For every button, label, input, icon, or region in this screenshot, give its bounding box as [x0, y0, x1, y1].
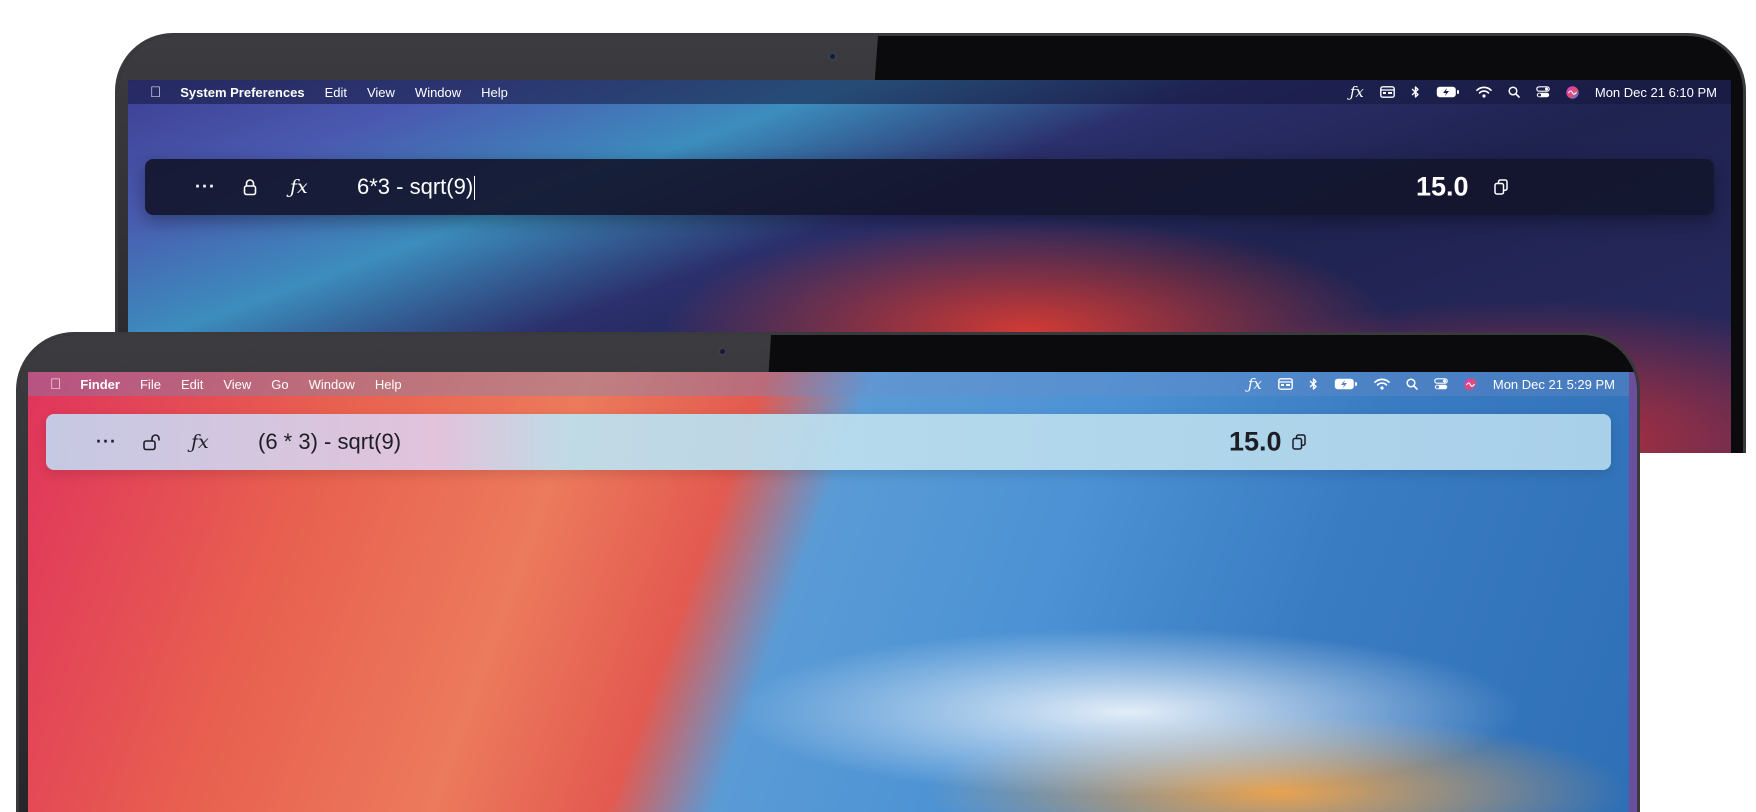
more-options-icon[interactable]: ···: [195, 177, 216, 198]
camera: [828, 52, 837, 61]
copy-icon[interactable]: [1494, 179, 1508, 195]
copy-icon[interactable]: [1292, 434, 1306, 450]
fx-icon[interactable]: ƒx: [1350, 83, 1364, 101]
menu-edit[interactable]: Edit: [181, 377, 203, 392]
more-options-icon[interactable]: ···: [96, 432, 117, 453]
screen-edge: [1629, 372, 1637, 812]
calculator-bar: ··· ƒx 6*3 - sqrt(9) 15.0: [145, 159, 1714, 215]
menu-edit[interactable]: Edit: [325, 85, 347, 100]
expression-input[interactable]: 6*3 - sqrt(9): [357, 174, 476, 201]
bluetooth-icon[interactable]: [1309, 375, 1318, 393]
apple-logo-icon[interactable]: : [50, 377, 61, 392]
control-center-icon[interactable]: [1536, 83, 1550, 101]
menu-go[interactable]: Go: [271, 377, 288, 392]
calculator-bar: ··· ƒx (6 * 3) - sqrt(9) 15.0: [46, 414, 1611, 470]
function-icon[interactable]: ƒx: [191, 431, 209, 453]
bluetooth-icon[interactable]: [1411, 83, 1420, 101]
lock-icon[interactable]: [243, 178, 257, 196]
result-value: 15.0: [1416, 171, 1469, 202]
control-center-icon[interactable]: [1434, 375, 1448, 393]
fx-icon[interactable]: ƒx: [1248, 375, 1262, 393]
menu-window[interactable]: Window: [309, 377, 355, 392]
battery-charging-icon[interactable]: [1334, 375, 1358, 393]
menubar-clock[interactable]: Mon Dec 21 6:10 PM: [1595, 85, 1717, 100]
result-value: 15.0: [1229, 426, 1282, 457]
menubar:  Finder File Edit View Go Window Help ƒ…: [28, 372, 1629, 396]
menubar:  System Preferences Edit View Window He…: [128, 80, 1731, 104]
apple-logo-icon[interactable]: : [150, 85, 161, 100]
text-caret: [474, 176, 476, 201]
search-icon[interactable]: [1508, 83, 1520, 101]
wifi-icon[interactable]: [1476, 83, 1492, 101]
laptop-front:  Finder File Edit View Go Window Help ƒ…: [16, 332, 1640, 812]
expression-input[interactable]: (6 * 3) - sqrt(9): [258, 429, 401, 455]
wifi-icon[interactable]: [1374, 375, 1390, 393]
menu-help[interactable]: Help: [481, 85, 508, 100]
camera: [718, 347, 727, 356]
search-icon[interactable]: [1406, 375, 1418, 393]
menu-view[interactable]: View: [223, 377, 251, 392]
menu-app-name[interactable]: System Preferences: [180, 85, 304, 100]
unlock-icon[interactable]: [143, 433, 163, 451]
menu-window[interactable]: Window: [415, 85, 461, 100]
siri-icon[interactable]: [1464, 375, 1477, 393]
menu-file[interactable]: File: [140, 377, 161, 392]
screen-front:  Finder File Edit View Go Window Help ƒ…: [28, 372, 1629, 812]
calendar-card-icon[interactable]: [1277, 375, 1293, 393]
function-icon[interactable]: ƒx: [290, 176, 308, 198]
battery-charging-icon[interactable]: [1436, 83, 1460, 101]
calendar-card-icon[interactable]: [1379, 83, 1395, 101]
menu-view[interactable]: View: [367, 85, 395, 100]
menu-help[interactable]: Help: [375, 377, 402, 392]
menubar-clock[interactable]: Mon Dec 21 5:29 PM: [1493, 377, 1615, 392]
menu-app-name[interactable]: Finder: [80, 377, 120, 392]
siri-icon[interactable]: [1566, 83, 1579, 101]
